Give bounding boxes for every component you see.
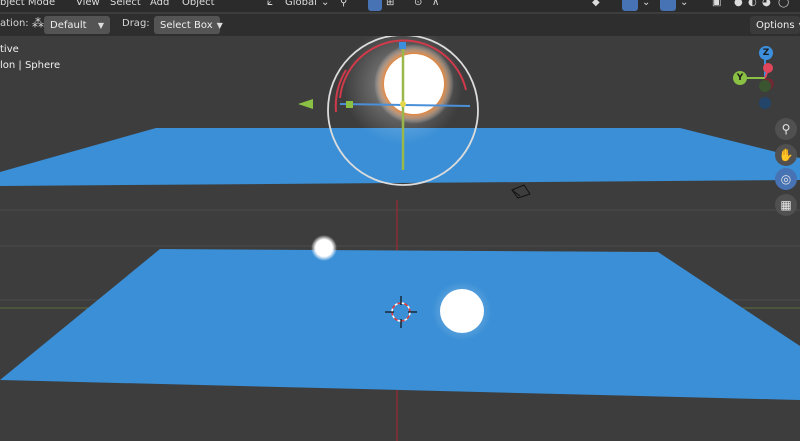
viewport-mode-text: tive [0, 44, 19, 55]
xray-icon[interactable]: ▣ [712, 0, 721, 8]
options-dropdown[interactable]: Options ▼ [750, 16, 800, 34]
snap-grid-icon[interactable]: ⊞ [386, 0, 394, 8]
camera-view-icon[interactable]: ◎ [775, 168, 797, 190]
tool-settings-bar: ation: ⁂ Default ▼ Drag: Select Box ▼ Op… [0, 14, 800, 36]
lower-plane [0, 249, 800, 400]
menu-object[interactable]: Object [182, 0, 215, 8]
options-label: Options [756, 19, 795, 31]
proportional-edit-icon[interactable]: ⊙ [414, 0, 422, 8]
chevron-down-icon: ▼ [216, 20, 223, 30]
3d-viewport[interactable] [0, 0, 800, 441]
grid-ortho-icon[interactable]: ▦ [775, 194, 797, 216]
chevron-down-icon: ▼ [97, 20, 104, 30]
z-axis-ball[interactable]: Z [759, 46, 773, 60]
mode-selector[interactable]: bject Mode [0, 0, 55, 8]
shading-wire-icon[interactable]: ◯ [778, 0, 789, 8]
orientation-dropdown[interactable]: Global [285, 0, 317, 8]
shading-material-icon[interactable]: ◐ [748, 0, 757, 8]
y-axis-ball[interactable]: Y [733, 71, 747, 85]
orientation-icon[interactable]: ⟀ [267, 0, 273, 8]
zoom-icon[interactable]: ⚲ [775, 118, 797, 140]
hand-pan-icon[interactable]: ✋ [775, 144, 797, 166]
gizmo-toggle[interactable] [622, 0, 638, 11]
menu-select[interactable]: Select [110, 0, 141, 8]
light-sphere [440, 289, 484, 333]
x-axis-ball [763, 63, 773, 73]
camera-object [511, 184, 531, 199]
viewport-object-text: lon | Sphere [0, 60, 61, 71]
overlay-toggle[interactable] [660, 0, 676, 11]
pivot-value: Default [50, 19, 87, 31]
drag-dropdown[interactable]: Select Box ▼ [154, 16, 223, 34]
chevron-down-icon: ⌄ [321, 0, 330, 8]
chevron-down-icon: ⌄ [680, 0, 689, 8]
neg-y-axis-ball[interactable] [759, 80, 771, 92]
drag-label: Drag: [122, 18, 150, 29]
snap-toggle[interactable] [368, 0, 382, 11]
drag-value: Select Box [160, 19, 213, 31]
visibility-icon[interactable]: ◆ [592, 0, 600, 8]
falloff-icon[interactable]: ∧ [432, 0, 439, 8]
viewport-header: bject Mode View Select Add Object ⟀ Glob… [0, 0, 800, 12]
pivot-point-icon: ⁂ [32, 16, 44, 30]
menu-view[interactable]: View [76, 0, 100, 8]
chevron-down-icon: ⌄ [642, 0, 651, 8]
shading-rendered-icon[interactable]: ◕ [762, 0, 771, 8]
pivot-icon[interactable]: ⚲ [340, 0, 347, 8]
shading-solid-icon[interactable]: ● [734, 0, 743, 8]
pivot-dropdown[interactable]: Default ▼ [44, 16, 110, 34]
menu-add[interactable]: Add [150, 0, 169, 8]
neg-z-axis-ball [759, 97, 771, 109]
orientation-label: ation: [0, 18, 29, 29]
